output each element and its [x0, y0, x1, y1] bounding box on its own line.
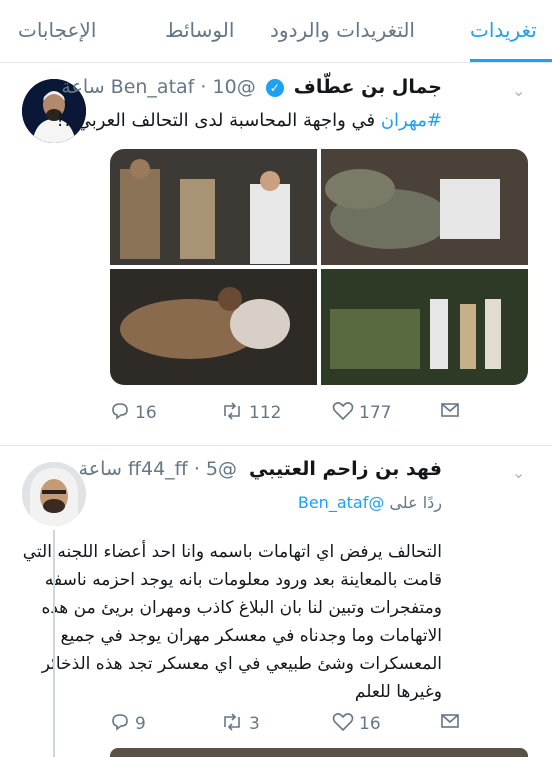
envelope-icon [440, 401, 460, 422]
active-tab-indicator [470, 59, 552, 62]
tab-media[interactable]: الوسائط [165, 18, 234, 42]
tweet-media[interactable] [110, 149, 528, 385]
retweet-button[interactable]: 112 [220, 401, 281, 424]
retweet-icon [220, 712, 244, 735]
tweet-actions: 9 3 16 [110, 712, 459, 738]
verified-badge-icon: ✓ [265, 78, 284, 97]
reply-button[interactable]: 9 [110, 712, 146, 735]
heart-icon [332, 401, 354, 424]
envelope-icon [440, 712, 460, 733]
author-handle[interactable]: @ff44_ff [128, 458, 237, 480]
tab-tweets-replies[interactable]: التغريدات والردود [270, 18, 415, 42]
thread-connector [53, 530, 55, 757]
dm-button[interactable] [440, 712, 460, 733]
reply-context: ردًا على @Ben_ataf [298, 488, 442, 517]
reply-to-mention[interactable]: @Ben_ataf [298, 493, 384, 512]
tweet-actions: 16 112 177 [110, 401, 459, 427]
retweet-count: 112 [249, 402, 282, 423]
reply-icon [110, 712, 130, 735]
dm-button[interactable] [440, 401, 460, 422]
tweet-card[interactable]: فهد بن زاحم العتيبي @ff44_ff · 5 ساعة ⌄ … [0, 446, 552, 757]
media-photo-4 [321, 269, 528, 385]
like-button[interactable]: 177 [332, 401, 391, 424]
media-photo-3 [110, 269, 317, 385]
reply-to-label: ردًا على [389, 493, 442, 512]
reply-button[interactable]: 16 [110, 401, 157, 424]
chevron-down-icon[interactable]: ⌄ [512, 81, 525, 100]
tweet-card[interactable]: جمال بن عطّاف ✓ @Ben_ataf · 10 ساعة ⌄ #م… [0, 63, 552, 446]
reply-count: 16 [135, 402, 157, 423]
author-name[interactable]: فهد بن زاحم العتيبي [249, 458, 442, 480]
media-grid [110, 149, 528, 385]
tweet-header: فهد بن زاحم العتيبي @ff44_ff · 5 ساعة [78, 458, 442, 480]
media-photo-2 [321, 149, 528, 265]
tweet-text-body: في واجهة المحاسبة لدى التحالف العربي !! [56, 110, 381, 131]
heart-icon [332, 712, 354, 735]
retweet-button[interactable]: 3 [220, 712, 260, 735]
tab-tweets[interactable]: تغريدات [470, 18, 537, 42]
next-tweet-media-peek [110, 748, 528, 757]
tweet-header: جمال بن عطّاف ✓ @Ben_ataf · 10 ساعة [61, 76, 442, 98]
tweet-text: #مهران في واجهة المحاسبة لدى التحالف الع… [57, 106, 442, 135]
author-name[interactable]: جمال بن عطّاف [294, 76, 442, 98]
like-button[interactable]: 16 [332, 712, 381, 735]
hashtag-link[interactable]: #مهران [381, 110, 442, 131]
reply-icon [110, 401, 130, 424]
avatar[interactable] [22, 462, 86, 526]
media-photo-1 [110, 149, 317, 265]
retweet-count: 3 [249, 713, 260, 734]
tweet-text: التحالف يرفض اي اتهامات باسمه وانا احد أ… [22, 542, 442, 702]
like-count: 177 [359, 402, 392, 423]
reply-count: 9 [135, 713, 146, 734]
tab-likes[interactable]: الإعجابات [18, 18, 96, 42]
retweet-icon [220, 401, 244, 424]
like-count: 16 [359, 713, 381, 734]
profile-tabs: الإعجابات الوسائط التغريدات والردود تغري… [0, 0, 552, 63]
chevron-down-icon[interactable]: ⌄ [512, 463, 525, 482]
